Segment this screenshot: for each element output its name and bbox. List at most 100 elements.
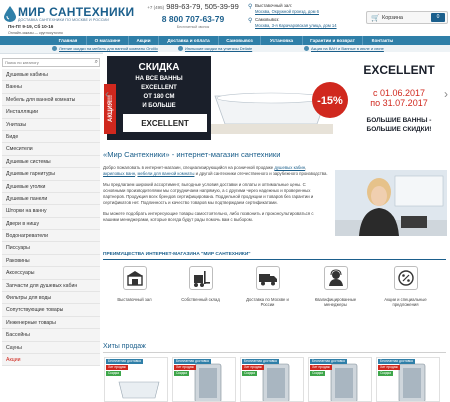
assortment-paragraph: Мы предлагаем широкий ассортимент, выгод… [103, 182, 314, 205]
banner-discount: -15% [317, 95, 343, 107]
free-delivery-badge: Бесплатная доставка [378, 359, 415, 364]
sidebar-category-item[interactable]: Сауны [2, 341, 100, 354]
banner-title-2: НА ВСЕ ВАННЫ [135, 76, 182, 82]
discount-badge: Скидка [378, 371, 393, 376]
link-bathroom-furniture[interactable]: мебели для ванной комнаты [137, 171, 194, 176]
promo-link-2[interactable]: Июльские скидки на унитазы Deliate [178, 46, 252, 52]
sidebar-category-item[interactable]: Ванны [2, 81, 100, 94]
sidebar-category-item[interactable]: Сопутствующие товары [2, 304, 100, 317]
sidebar-category-item[interactable]: Инженерные товары [2, 316, 100, 330]
product-card[interactable]: Бесплатная доставка Хит продаж Скидка [376, 357, 440, 402]
product-card[interactable]: Бесплатная доставка Хит продаж Скидка [104, 357, 168, 402]
link-shower-cabins[interactable]: душевых кабин [274, 165, 305, 170]
chevron-left-icon[interactable]: ‹ [105, 87, 109, 101]
sidebar-category-label: Писсуары [6, 245, 30, 252]
advantage-managers: Квалифицированные менеджеры [308, 266, 363, 307]
water-drop-icon [4, 6, 16, 22]
discount-badge: Скидка [106, 371, 121, 376]
sidebar-category-item[interactable]: Раковины [2, 254, 100, 268]
promo-icon [52, 46, 57, 52]
address-showroom-link[interactable]: Москва, Окружной проезд, дом 6 [255, 9, 360, 14]
phone-moscow[interactable]: +7 (495) 989-63-79, 505-39-99 [143, 2, 243, 11]
link-acrylic-baths[interactable]: акриловых ванн [103, 171, 135, 176]
address-showroom: ⚲ Выставочный зал: Москва, Окружной прое… [248, 3, 360, 14]
sidebar-category-item[interactable]: Писсуары [2, 242, 100, 255]
search-input[interactable] [3, 59, 89, 66]
search-box: ⌕ [2, 58, 100, 67]
nav-item-home[interactable]: Главная [50, 36, 86, 45]
sidebar-category-label: Душевые гарнитуры [6, 171, 55, 178]
sidebar-category-label: Аксессуары [6, 270, 35, 277]
sidebar-category-item[interactable]: Душевые гарнитуры [2, 168, 100, 181]
sidebar-category-label: Водонагреватели [6, 233, 48, 240]
product-card[interactable]: Бесплатная доставка Хит продаж Скидка [172, 357, 236, 402]
sidebar-category-item[interactable]: Инсталляции [2, 106, 100, 119]
sidebar-category-label: Душевые кабины [6, 72, 48, 78]
promo-banner[interactable]: АКЦИЯ!!! СКИДКА НА ВСЕ ВАННЫ EXCELLENT О… [103, 52, 450, 142]
sidebar-category-label: Шторки на ванну [6, 208, 47, 215]
sidebar-category-label: Ванны [6, 84, 22, 91]
sidebar-category-item[interactable]: Душевые панели [2, 192, 100, 206]
manager-photo [335, 170, 447, 236]
nav-item-guarantees[interactable]: Гарантии и возврат [302, 36, 362, 45]
sidebar-category-item[interactable]: Смесители [2, 143, 100, 156]
advantage-warehouse: Собственный склад [173, 266, 228, 302]
cart-icon: 🛒 [371, 15, 380, 22]
sidebar-category-item[interactable]: Запчасти для душевых кабин [2, 279, 100, 293]
sidebar-category-item[interactable]: Двери в нишу [2, 217, 100, 231]
cart-button[interactable]: 🛒 Корзина 0 [366, 11, 448, 24]
promo-icon [178, 46, 183, 52]
chevron-right-icon[interactable]: › [444, 87, 448, 101]
sidebar-category-label: Инсталляции [6, 109, 39, 116]
catalog-sidebar: ⌕ Душевые кабины Ванны Мебель для ванной к… [2, 58, 100, 367]
map-pin-icon: ⚲ [248, 4, 253, 10]
nav-item-delivery[interactable]: Доставка и оплата [158, 36, 218, 45]
sidebar-category-label: Двери в нишу [6, 220, 40, 227]
product-card[interactable]: Бесплатная доставка Хит продаж Скидка [308, 357, 372, 402]
sidebar-category-item[interactable]: Мебель для ванной комнаты [2, 93, 100, 107]
phone-free[interactable]: 8 800 707-63-79 [143, 14, 243, 24]
sidebar-category-item[interactable]: Акции [2, 353, 100, 367]
sidebar-category-label: Душевые панели [6, 195, 48, 202]
logo[interactable]: МИР САНТЕХНИКИ ДОСТАВКА САНТЕХНИКИ ПО МО… [4, 4, 134, 35]
sidebar-category-item[interactable]: Душевые системы [2, 155, 100, 169]
advantage-promotions: Акции и специальные предложения [378, 266, 433, 307]
sidebar-category-item[interactable]: Водонагреватели [2, 230, 100, 243]
percent-tag-icon [393, 266, 418, 290]
sidebar-category-label: Акции [6, 356, 21, 363]
product-card[interactable]: Бесплатная доставка Хит продаж Скидка [240, 357, 304, 402]
sidebar-category-item[interactable]: Биде [2, 130, 100, 144]
nav-item-contacts[interactable]: Контакты [362, 36, 402, 45]
sidebar-category-item[interactable]: Душевые уголки [2, 180, 100, 193]
forklift-icon [188, 266, 213, 290]
promo-link-1[interactable]: Летние скидки на мебель для ванной комна… [52, 46, 158, 52]
nav-item-promotions[interactable]: Акции [128, 36, 158, 45]
nav-item-pickup[interactable]: Самовывоз [218, 36, 260, 45]
banner-title-5: И БОЛЬШЕ [142, 103, 175, 109]
nav-item-installation[interactable]: Установка [260, 36, 302, 45]
banner-title-4: ОТ 180 СМ [144, 94, 175, 100]
sidebar-category-label: Сауны [6, 344, 22, 351]
sidebar-category-item[interactable]: Душевые кабины [2, 69, 100, 82]
free-delivery-badge: Бесплатная доставка [310, 359, 347, 364]
main-content: «Мир Сантехники» - интернет-магазин сант… [103, 150, 447, 236]
sidebar-category-item[interactable]: Аксессуары [2, 267, 100, 280]
sidebar-category-item[interactable]: Фильтры для воды [2, 292, 100, 305]
address-pickup-link[interactable]: Москва, 3-я Карачаровская улица, дом 14 [255, 23, 360, 28]
banner-slogan-1: БОЛЬШИЕ ВАННЫ - [367, 117, 432, 124]
advantages-divider [103, 259, 446, 260]
map-pin-icon: ⚲ [248, 18, 253, 24]
sidebar-category-label: Раковины [6, 257, 30, 264]
bestseller-badge: Хит продаж [242, 365, 264, 370]
addresses: ⚲ Выставочный зал: Москва, Окружной прое… [248, 3, 360, 31]
free-call-note: Бесплатный звонок [176, 25, 210, 29]
bestsellers-divider [103, 352, 446, 353]
manager-icon [323, 266, 348, 290]
promo-link-3[interactable]: Акция на ВАН и Ванные в июле и июне [304, 46, 384, 52]
main-nav: Главная О магазине Акции Доставка и опла… [0, 36, 450, 45]
sidebar-category-item[interactable]: Бассейны [2, 329, 100, 342]
sidebar-category-item[interactable]: Шторки на ванну [2, 205, 100, 218]
sidebar-category-item[interactable]: Унитазы [2, 118, 100, 131]
nav-item-about[interactable]: О магазине [86, 36, 128, 45]
search-icon[interactable]: ⌕ [95, 59, 98, 66]
